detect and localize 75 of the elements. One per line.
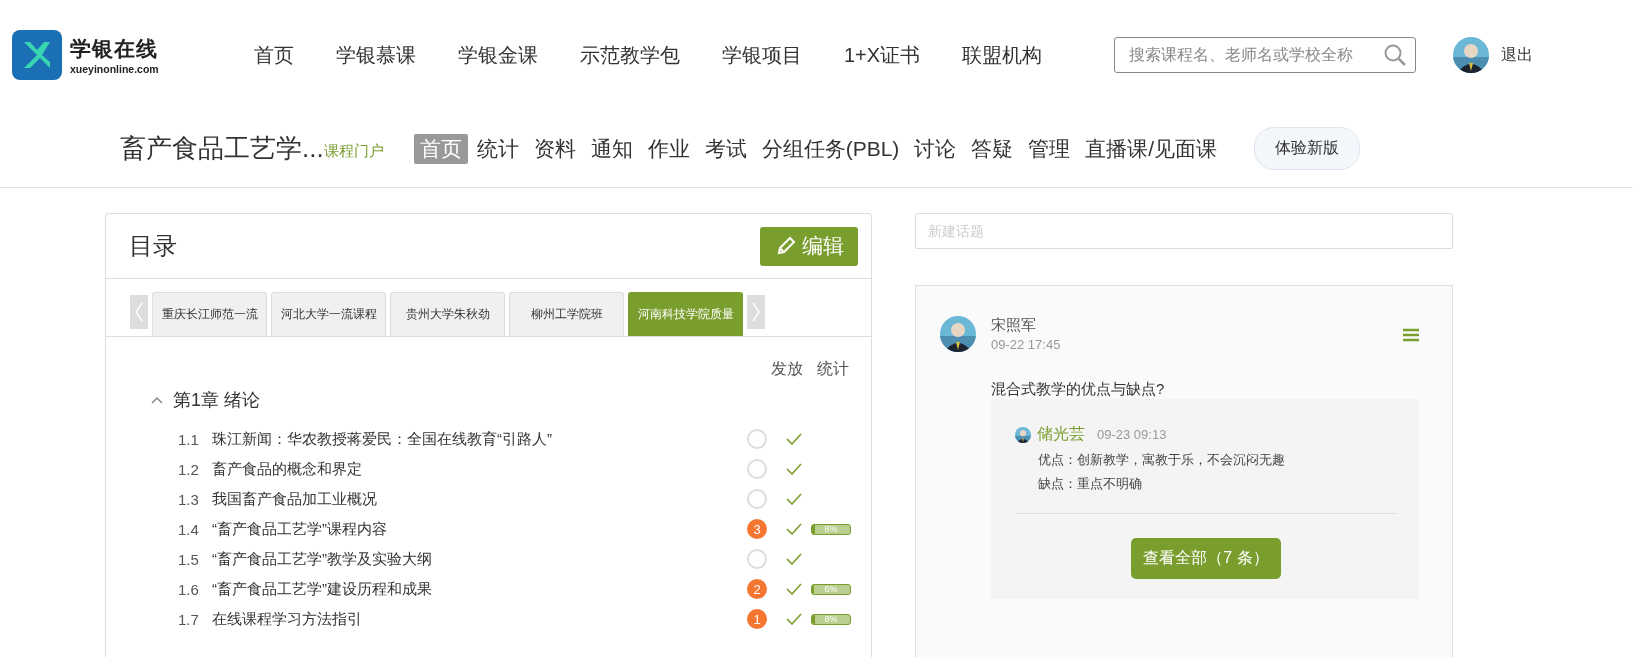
class-tab[interactable]: 柳州工学院班 <box>509 292 624 336</box>
section-number: 1.3 <box>178 490 200 508</box>
section-link[interactable]: “畜产食品工艺学”建设历程和成果 <box>212 579 737 599</box>
course-tab[interactable]: 答疑 <box>965 133 1020 164</box>
section-number: 1.2 <box>178 460 200 478</box>
section-link[interactable]: 珠江新闻：华农教授蒋爱民：全国在线教育“引路人” <box>212 429 737 449</box>
course-tab[interactable]: 资料 <box>527 133 582 164</box>
check-icon <box>786 613 802 625</box>
check-icon <box>786 523 802 535</box>
class-tab[interactable]: 贵州大学朱秋劲 <box>390 292 505 336</box>
logo-subtitle: xueyinonline.com <box>70 63 159 75</box>
progress-reading: 8% <box>823 614 839 624</box>
class-tab[interactable]: 重庆长江师范一流 <box>152 292 267 336</box>
task-count-badge: 2 <box>747 579 767 599</box>
check-icon <box>786 433 802 445</box>
section-link[interactable]: 畜产食品的概念和界定 <box>212 459 737 479</box>
course-tab[interactable]: 作业 <box>641 133 696 164</box>
course-tab[interactable]: 通知 <box>584 133 639 164</box>
reply-text: 缺点：重点不明确 <box>1038 476 1143 493</box>
empty-circle-icon <box>747 459 767 479</box>
logo-title: 学银在线 <box>70 36 159 62</box>
course-tab[interactable]: 直播课/见面课 <box>1079 133 1224 164</box>
empty-circle-icon <box>747 429 767 449</box>
nav-link[interactable]: 示范教学包 <box>580 41 680 69</box>
course-tab[interactable]: 讨论 <box>908 133 963 164</box>
section-number: 1.6 <box>178 580 200 598</box>
reply-time: 09-23 09:13 <box>1097 427 1167 442</box>
check-icon <box>786 583 802 595</box>
section-link[interactable]: 我国畜产食品加工业概况 <box>212 489 737 509</box>
nav-link[interactable]: 1+X证书 <box>844 41 921 69</box>
logout-link[interactable]: 退出 <box>1501 44 1534 66</box>
reply-text: 优点：创新教学，寓教于乐，不会沉闷无趣 <box>1038 452 1286 469</box>
column-header: 统计 <box>817 359 849 379</box>
pencil-icon <box>776 236 796 256</box>
section-number: 1.4 <box>178 520 200 538</box>
check-icon <box>786 553 802 565</box>
section-link[interactable]: “畜产食品工艺学”教学及实验大纲 <box>212 549 737 569</box>
chapter-title[interactable]: 第1章 绪论 <box>173 388 260 412</box>
nav-link[interactable]: 联盟机构 <box>962 41 1043 69</box>
nav-link[interactable]: 学银慕课 <box>336 41 416 69</box>
topic-question: 混合式教学的优点与缺点? <box>991 380 1166 399</box>
chevron-right-icon <box>752 302 760 322</box>
empty-circle-icon <box>747 489 767 509</box>
nav-link[interactable]: 学银金课 <box>458 41 538 69</box>
course-title: 畜产食品工艺学... <box>120 132 324 165</box>
logo-icon <box>12 30 62 80</box>
section-number: 1.7 <box>178 610 200 628</box>
task-count-badge: 1 <box>747 609 767 629</box>
section-number: 1.5 <box>178 550 200 568</box>
column-header: 发放 <box>771 359 803 379</box>
progress-reading: 6% <box>823 584 839 594</box>
menu-icon[interactable] <box>1403 328 1419 342</box>
section-link[interactable]: 在线课程学习方法指引 <box>212 609 737 629</box>
check-icon <box>786 493 802 505</box>
search-icon[interactable] <box>1383 43 1408 67</box>
course-tab[interactable]: 考试 <box>698 133 753 164</box>
course-tab[interactable]: 管理 <box>1022 133 1077 164</box>
catalog-title: 目录 <box>129 231 177 261</box>
course-tab[interactable]: 统计 <box>470 133 525 164</box>
nav-link[interactable]: 学银项目 <box>722 41 802 69</box>
chevron-left-icon <box>135 302 143 322</box>
empty-circle-icon <box>747 549 767 569</box>
author-name: 宋照军 <box>991 316 1037 335</box>
new-version-button[interactable]: 体验新版 <box>1254 127 1361 170</box>
class-tab[interactable]: 河北大学一流课程 <box>271 292 386 336</box>
task-count-badge: 3 <box>747 519 767 539</box>
section-number: 1.1 <box>178 430 200 448</box>
course-tab[interactable]: 分组任务(PBL) <box>755 133 906 164</box>
post-time: 09-22 17:45 <box>991 337 1062 352</box>
chevron-up-icon[interactable] <box>151 396 163 404</box>
check-icon <box>786 463 802 475</box>
search-field[interactable]: 搜索课程名、老师名或学校全称 <box>1114 37 1417 73</box>
progress-reading: 8% <box>823 524 839 534</box>
nav-link[interactable]: 首页 <box>254 41 294 69</box>
section-link[interactable]: “畜产食品工艺学”课程内容 <box>212 519 737 539</box>
